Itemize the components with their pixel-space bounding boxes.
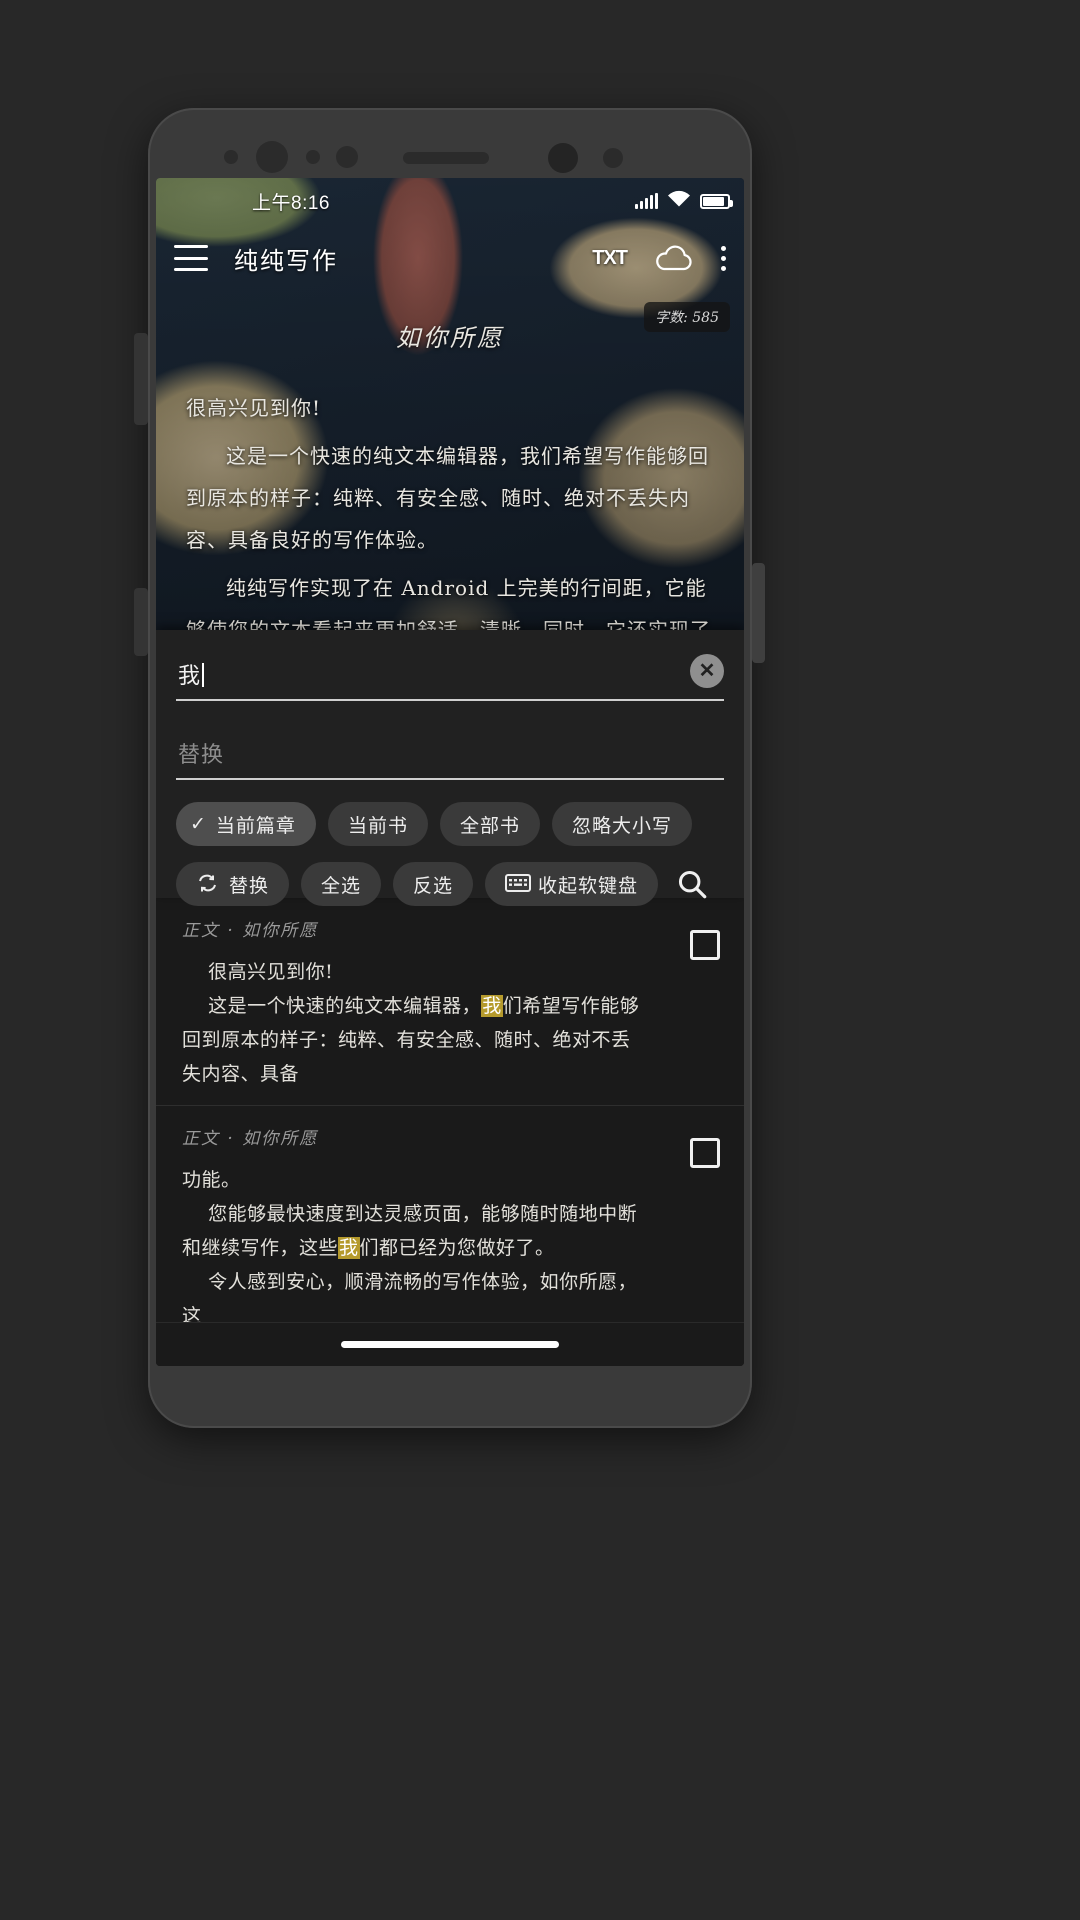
result-source-label: 正文 bbox=[182, 921, 220, 941]
result-snippet: 很高兴见到你! 这是一个快速的纯文本编辑器，我们希望写作能够回到原本的样子：纯粹… bbox=[182, 955, 718, 1091]
document-paragraph: 很高兴见到你! bbox=[186, 396, 322, 420]
scope-chip-current-book[interactable]: 当前书 bbox=[327, 802, 428, 846]
wifi-icon bbox=[667, 190, 691, 212]
result-separator: · bbox=[227, 1129, 235, 1149]
scope-chip-ignore-case[interactable]: 忽略大小写 bbox=[551, 802, 692, 846]
search-icon[interactable] bbox=[672, 864, 712, 904]
app-bar-actions: TXT bbox=[592, 245, 726, 271]
phone-top-hardware bbox=[148, 108, 752, 176]
result-checkbox[interactable] bbox=[690, 1138, 720, 1168]
front-camera-secondary bbox=[548, 143, 578, 173]
word-count-badge: 字数: 585 bbox=[644, 302, 730, 332]
cloud-icon[interactable] bbox=[653, 245, 695, 271]
table-row[interactable]: 正文 · 如你所愿 功能。 您能够最快速度到达灵感页面，能够随时随地中断和继续写… bbox=[156, 1106, 744, 1348]
replace-input[interactable]: 替换 bbox=[176, 727, 724, 778]
action-label: 替换 bbox=[229, 874, 270, 897]
text-caret bbox=[202, 663, 205, 687]
result-separator: · bbox=[227, 921, 235, 941]
battery-icon bbox=[700, 193, 733, 209]
keyboard-icon bbox=[505, 874, 532, 894]
scope-chip-current-chapter[interactable]: ✓ 当前篇章 bbox=[176, 802, 316, 846]
sensor-dot bbox=[224, 150, 238, 164]
hamburger-menu-icon[interactable] bbox=[174, 245, 208, 271]
document-heading: 如你所愿 bbox=[396, 324, 504, 352]
earpiece-speaker bbox=[403, 152, 489, 164]
snippet-match-highlight: 我 bbox=[481, 995, 503, 1017]
txt-format-button[interactable]: TXT bbox=[592, 247, 628, 270]
screenshot-root: 上午8:16 纯纯写作 TXT 字数: 585 如你所愿 很高兴见到你! 这是一… bbox=[0, 0, 1080, 1920]
volume-up-button[interactable] bbox=[134, 333, 148, 425]
replace-icon bbox=[196, 874, 220, 894]
navigation-bar bbox=[156, 1322, 744, 1366]
more-vertical-icon[interactable] bbox=[721, 245, 726, 271]
invert-selection-button[interactable]: 反选 bbox=[393, 862, 474, 906]
result-chapter-label: 如你所愿 bbox=[242, 921, 319, 941]
find-replace-panel: 我 ✕ 替换 ✓ 当前篇章 当前书 全部书 忽略大小写 替换 全选 反选 收起软… bbox=[156, 630, 744, 906]
table-row[interactable]: 正文 · 如你所愿 很高兴见到你! 这是一个快速的纯文本编辑器，我们希望写作能够… bbox=[156, 898, 744, 1106]
check-icon: ✓ bbox=[190, 813, 207, 835]
sensor-dot bbox=[306, 150, 320, 164]
scope-chip-all-books[interactable]: 全部书 bbox=[439, 802, 540, 846]
action-button-row: 替换 全选 反选 收起软键盘 bbox=[176, 862, 724, 906]
app-bar: 纯纯写作 TXT bbox=[156, 224, 744, 292]
snippet-before: 很高兴见到你! 这是一个快速的纯文本编辑器， bbox=[208, 961, 482, 1017]
result-source: 正文 · 如你所愿 bbox=[182, 1124, 718, 1149]
replace-field-underline bbox=[176, 778, 724, 780]
sensor-dot bbox=[336, 146, 358, 168]
search-input-value: 我 bbox=[178, 664, 202, 689]
status-bar: 上午8:16 bbox=[156, 178, 744, 224]
action-label: 反选 bbox=[413, 874, 454, 897]
action-label: 全选 bbox=[321, 874, 362, 897]
sensor-dot bbox=[603, 148, 623, 168]
action-label: 收起软键盘 bbox=[538, 874, 639, 897]
power-button[interactable] bbox=[752, 563, 765, 663]
clear-circle-icon[interactable]: ✕ bbox=[690, 654, 724, 688]
search-results-list[interactable]: 正文 · 如你所愿 很高兴见到你! 这是一个快速的纯文本编辑器，我们希望写作能够… bbox=[156, 898, 744, 1366]
cellular-signal-icon bbox=[635, 193, 658, 209]
status-clock: 上午8:16 bbox=[252, 192, 330, 214]
hide-keyboard-button[interactable]: 收起软键盘 bbox=[485, 862, 659, 906]
scope-chip-label: 全部书 bbox=[459, 814, 520, 837]
snippet-match-highlight: 我 bbox=[338, 1237, 360, 1259]
result-snippet: 功能。 您能够最快速度到达灵感页面，能够随时随地中断和继续写作，这些我们都已经为… bbox=[182, 1163, 718, 1333]
result-chapter-label: 如你所愿 bbox=[242, 1129, 319, 1149]
scope-chip-label: 忽略大小写 bbox=[571, 814, 672, 837]
scope-chip-row: ✓ 当前篇章 当前书 全部书 忽略大小写 bbox=[176, 802, 724, 846]
phone-screen: 上午8:16 纯纯写作 TXT 字数: 585 如你所愿 很高兴见到你! 这是一… bbox=[156, 178, 744, 1366]
volume-down-button[interactable] bbox=[134, 588, 148, 656]
replace-field-wrapper: 替换 bbox=[176, 727, 724, 780]
page-title: 纯纯写作 bbox=[234, 246, 338, 275]
result-source-label: 正文 bbox=[182, 1129, 220, 1149]
phone-frame: 上午8:16 纯纯写作 TXT 字数: 585 如你所愿 很高兴见到你! 这是一… bbox=[134, 108, 765, 1428]
select-all-button[interactable]: 全选 bbox=[301, 862, 382, 906]
search-field-underline bbox=[176, 699, 724, 701]
home-indicator[interactable] bbox=[341, 1341, 559, 1348]
search-field-wrapper: 我 ✕ bbox=[176, 648, 724, 701]
scope-chip-label: 当前篇章 bbox=[215, 814, 296, 837]
result-checkbox[interactable] bbox=[690, 930, 720, 960]
status-system-icons bbox=[635, 190, 733, 212]
document-paragraph: 这是一个快速的纯文本编辑器，我们希望写作能够回到原本的样子：纯粹、有安全感、随时… bbox=[186, 444, 709, 552]
replace-button[interactable]: 替换 bbox=[176, 862, 290, 906]
search-input[interactable]: 我 bbox=[176, 648, 724, 699]
result-source: 正文 · 如你所愿 bbox=[182, 916, 718, 941]
front-camera bbox=[256, 141, 288, 173]
scope-chip-label: 当前书 bbox=[347, 814, 408, 837]
